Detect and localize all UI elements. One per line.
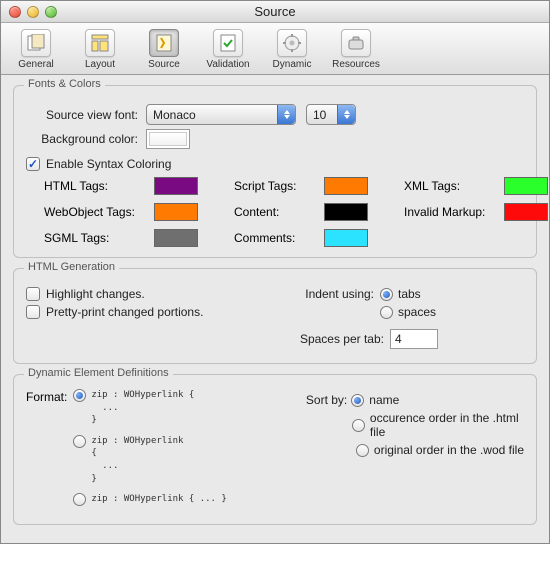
script-tags-swatch[interactable] bbox=[324, 177, 368, 195]
source-font-label: Source view font: bbox=[26, 108, 146, 122]
group-legend: HTML Generation bbox=[24, 261, 119, 273]
invalid-markup-label: Invalid Markup: bbox=[404, 205, 504, 219]
html-tags-label: HTML Tags: bbox=[44, 179, 154, 193]
indent-spaces-radio[interactable] bbox=[380, 306, 393, 319]
format-radio-1[interactable] bbox=[73, 389, 86, 402]
format-radio-2[interactable] bbox=[73, 435, 86, 448]
xml-tags-label: XML Tags: bbox=[404, 179, 504, 193]
chevron-updown-icon bbox=[277, 105, 295, 124]
validation-icon bbox=[213, 29, 243, 57]
highlight-checkbox[interactable] bbox=[26, 287, 40, 301]
comments-label: Comments: bbox=[234, 231, 324, 245]
webobject-tags-label: WebObject Tags: bbox=[44, 205, 154, 219]
toolbar: General Layout Source Validation Dynamic… bbox=[1, 23, 549, 75]
sort-wod-label: original order in the .wod file bbox=[374, 443, 524, 457]
html-tags-swatch[interactable] bbox=[154, 177, 198, 195]
spaces-per-tab-label: Spaces per tab: bbox=[290, 332, 390, 346]
format-sample-2: zip : WOHyperlink { ... } bbox=[91, 435, 183, 485]
pretty-label: Pretty-print changed portions. bbox=[46, 305, 203, 319]
sort-name-radio[interactable] bbox=[351, 394, 364, 407]
indent-spaces-label: spaces bbox=[398, 305, 436, 319]
tab-general[interactable]: General bbox=[7, 27, 65, 72]
format-label: Format: bbox=[26, 389, 67, 404]
indent-tabs-label: tabs bbox=[398, 287, 421, 301]
sgml-tags-label: SGML Tags: bbox=[44, 231, 154, 245]
sort-wod-radio[interactable] bbox=[356, 444, 369, 457]
highlight-label: Highlight changes. bbox=[46, 287, 145, 301]
titlebar: Source bbox=[1, 1, 549, 23]
group-html-generation: HTML Generation Highlight changes. Prett… bbox=[13, 268, 537, 364]
group-legend: Dynamic Element Definitions bbox=[24, 367, 173, 379]
content-swatch[interactable] bbox=[324, 203, 368, 221]
syntax-label: Enable Syntax Coloring bbox=[46, 157, 171, 171]
chevron-updown-icon bbox=[337, 105, 355, 124]
source-icon bbox=[149, 29, 179, 57]
invalid-markup-swatch[interactable] bbox=[504, 203, 548, 221]
tab-validation[interactable]: Validation bbox=[199, 27, 257, 72]
indent-label: Indent using: bbox=[290, 287, 380, 301]
content-label: Content: bbox=[234, 205, 324, 219]
sort-html-label: occurence order in the .html file bbox=[370, 411, 524, 439]
format-radio-3[interactable] bbox=[73, 493, 86, 506]
sort-label: Sort by: bbox=[306, 393, 351, 407]
layout-icon bbox=[85, 29, 115, 57]
bg-color-label: Background color: bbox=[26, 132, 146, 146]
resources-icon bbox=[341, 29, 371, 57]
bg-color-well[interactable] bbox=[146, 129, 190, 149]
spaces-per-tab-field[interactable]: 4 bbox=[390, 329, 438, 349]
script-tags-label: Script Tags: bbox=[234, 179, 324, 193]
group-legend: Fonts & Colors bbox=[24, 78, 105, 90]
group-ded: Dynamic Element Definitions Format: zip … bbox=[13, 374, 537, 525]
indent-tabs-radio[interactable] bbox=[380, 288, 393, 301]
format-sample-1: zip : WOHyperlink { ... } bbox=[91, 389, 194, 427]
tab-dynamic[interactable]: Dynamic bbox=[263, 27, 321, 72]
sort-html-radio[interactable] bbox=[352, 419, 365, 432]
font-size-select[interactable]: 10 bbox=[306, 104, 356, 125]
tab-resources[interactable]: Resources bbox=[327, 27, 385, 72]
tab-source[interactable]: Source bbox=[135, 27, 193, 72]
tab-layout[interactable]: Layout bbox=[71, 27, 129, 72]
sgml-tags-swatch[interactable] bbox=[154, 229, 198, 247]
font-select[interactable]: Monaco bbox=[146, 104, 296, 125]
xml-tags-swatch[interactable] bbox=[504, 177, 548, 195]
sort-name-label: name bbox=[369, 393, 399, 407]
group-fonts-colors: Fonts & Colors Source view font: Monaco … bbox=[13, 85, 537, 258]
webobject-tags-swatch[interactable] bbox=[154, 203, 198, 221]
comments-swatch[interactable] bbox=[324, 229, 368, 247]
general-icon bbox=[21, 29, 51, 57]
dynamic-icon bbox=[277, 29, 307, 57]
pretty-checkbox[interactable] bbox=[26, 305, 40, 319]
format-sample-3: zip : WOHyperlink { ... } bbox=[91, 493, 226, 506]
syntax-checkbox[interactable] bbox=[26, 157, 40, 171]
window-title: Source bbox=[1, 4, 549, 19]
